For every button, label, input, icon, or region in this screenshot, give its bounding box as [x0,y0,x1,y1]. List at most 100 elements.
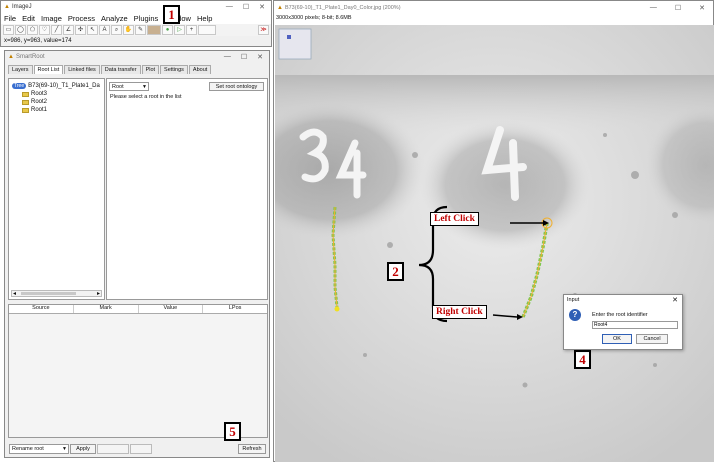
freehand-tool-icon[interactable]: ♡ [39,25,50,35]
tab-layers[interactable]: Layers [8,65,33,74]
column-header[interactable]: Value [139,305,204,313]
dialog-title: Input [567,297,580,303]
angle-tool-icon[interactable]: ∠ [63,25,74,35]
apply-button[interactable]: Apply [70,444,96,454]
column-header[interactable]: Mark [74,305,139,313]
line-tool-icon[interactable]: ╱ [51,25,62,35]
tab-plot[interactable]: Plot [141,65,160,74]
folder-icon [22,91,29,97]
maximize-icon[interactable]: ☐ [243,3,249,11]
imagej-toolbar: ▭ ◯ ⬠ ♡ ╱ ∠ ✣ ↖ A ⌕ ✋ ✎ ● ▷ + ≫ [1,24,271,36]
dropper-tool-icon[interactable]: ✎ [135,25,146,35]
tree-item-label: Root2 [31,99,48,105]
image-canvas[interactable] [275,25,714,462]
chevron-down-icon: ▼ [142,84,147,90]
zoom-tool-icon[interactable]: ⌕ [111,25,122,35]
minimize-icon[interactable]: — [650,4,657,12]
root-type-select[interactable]: Root ▼ [109,82,149,91]
scroll-left-icon[interactable]: ◂ [13,290,16,297]
root-identifier-input[interactable] [592,321,678,329]
dialog-prompt: Enter the root identifier [592,312,648,318]
tree-item[interactable]: Root3 [12,90,101,98]
hand-tool-icon[interactable]: ✋ [123,25,134,35]
callout-2: 2 [387,262,404,281]
folder-icon [22,107,29,113]
set-ontology-button[interactable]: Set root ontology [209,82,264,91]
imagej-app-icon: ▲ [4,4,10,10]
imagej-title: ImageJ [11,4,32,10]
tab-data-transfer[interactable]: Data transfer [100,65,141,74]
root-tree-panel: Tree B73(69-10)_T1_Plate1_Da Root3 Root2… [8,78,105,300]
tab-root-list[interactable]: Root List [33,65,64,74]
rectangle-tool-icon[interactable]: ▭ [3,25,14,35]
menu-image[interactable]: Image [41,14,62,23]
close-icon[interactable]: ✕ [259,3,265,11]
smartroot-app-icon: ▲ [8,54,14,60]
menu-help[interactable]: Help [197,14,212,23]
plus-tool-icon[interactable]: + [186,25,197,35]
tree-hscrollbar[interactable]: ◂ ▸ [11,290,102,297]
wand-tool-icon[interactable]: ↖ [87,25,98,35]
color-swatch-icon[interactable] [147,25,161,35]
blank-tool-icon[interactable] [198,25,216,35]
chevron-down-icon: ▼ [62,446,67,452]
scroll-right-icon[interactable]: ▸ [97,290,100,297]
root-type-value: Root [112,84,124,90]
menu-plugins[interactable]: Plugins [134,14,159,23]
rename-select-value: Rename root [12,446,44,452]
more-tools-icon[interactable]: ≫ [258,25,269,35]
root-detail-panel: Root ▼ Set root ontology Please select a… [106,78,268,300]
imagej-titlebar: ▲ ImageJ — ☐ ✕ [1,1,271,13]
oval-tool-icon[interactable]: ◯ [15,25,26,35]
scroll-thumb[interactable] [21,292,76,295]
menu-edit[interactable]: Edit [22,14,35,23]
image-info: 3000x3000 pixels; 8-bit; 8.6MB [276,15,352,21]
menu-process[interactable]: Process [68,14,95,23]
image-title: B73(69-10)_T1_Plate1_Day0_Color.jpg (200… [284,4,401,11]
callout-1: 1 [163,5,180,24]
rename-select[interactable]: Rename root ▼ [9,444,69,454]
smartroot-window: ▲ SmartRoot — ☐ ✕ Layers Root List Linked … [4,50,270,458]
tree-item-label: Root3 [31,91,48,97]
play-tool-icon[interactable]: ▷ [174,25,185,35]
minimize-icon[interactable]: — [226,3,233,11]
tab-settings[interactable]: Settings [160,65,188,74]
close-icon[interactable]: ✕ [699,4,705,12]
refresh-button[interactable]: Refresh [238,444,266,454]
callout-5: 5 [224,422,241,441]
root-hint-text: Please select a root in the list [110,94,182,100]
menu-file[interactable]: File [4,14,16,23]
tab-about[interactable]: About [188,65,212,74]
left-click-label: Left Click [430,212,479,226]
close-icon[interactable]: ✕ [672,295,678,306]
imagej-menubar: File Edit Image Process Analyze Plugins … [1,13,271,24]
root-data-table: Source Mark Value LPos [8,304,268,438]
tree-root-row[interactable]: Tree B73(69-10)_T1_Plate1_Da [12,82,101,90]
tree-item[interactable]: Root1 [12,106,101,114]
text-tool-icon[interactable]: A [99,25,110,35]
blank-field[interactable] [97,444,129,454]
column-header[interactable]: LPos [203,305,267,313]
menu-analyze[interactable]: Analyze [101,14,128,23]
point-tool-icon[interactable]: ✣ [75,25,86,35]
root-tip-marker [334,306,340,312]
cancel-button[interactable]: Cancel [636,334,668,344]
close-icon[interactable]: ✕ [257,53,263,61]
question-icon: ? [569,309,581,321]
tree-root-label: B73(69-10)_T1_Plate1_Da [28,83,100,89]
imagej-status: x=986, y=963, value=174 [1,36,271,46]
dialog-titlebar: Input ✕ [564,295,682,306]
polygon-tool-icon[interactable]: ⬠ [27,25,38,35]
tree-item-label: Root1 [31,107,48,113]
minimize-icon[interactable]: — [224,53,231,61]
maximize-icon[interactable]: ☐ [675,4,681,12]
image-app-icon: ▲ [277,4,283,11]
smartroot-tool-icon[interactable]: ● [162,25,173,35]
column-header[interactable]: Source [9,305,74,313]
tree-item[interactable]: Root2 [12,98,101,106]
blank-field[interactable] [130,444,152,454]
tab-linked-files[interactable]: Linked files [64,65,100,74]
tree-badge: Tree [12,83,27,89]
ok-button[interactable]: OK [602,334,632,344]
maximize-icon[interactable]: ☐ [241,53,247,61]
